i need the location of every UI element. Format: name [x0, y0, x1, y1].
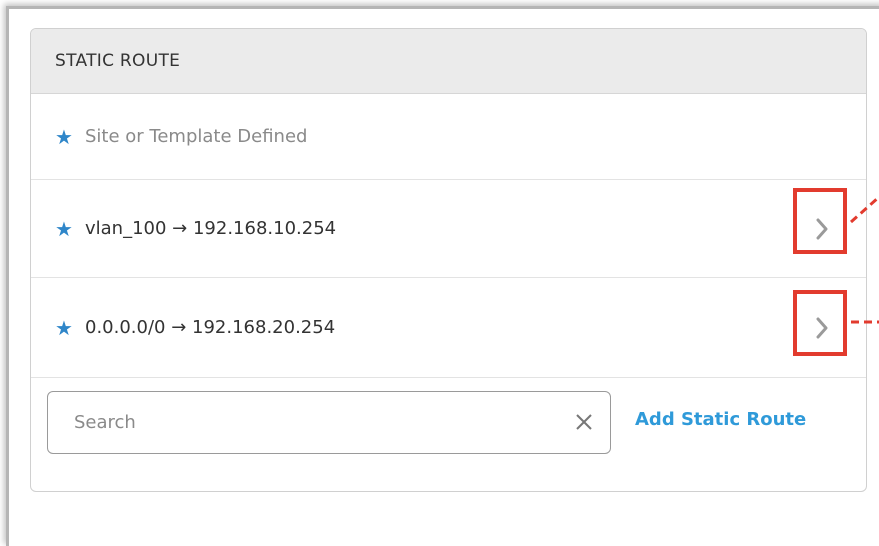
legend-row: ★ Site or Template Defined: [31, 94, 866, 180]
route-row[interactable]: ★ vlan_100 → 192.168.10.254: [31, 180, 866, 278]
search-input[interactable]: [72, 411, 556, 434]
panel-header: STATIC ROUTE: [31, 29, 866, 94]
route-label: vlan_100 → 192.168.10.254: [85, 218, 337, 239]
static-route-panel: STATIC ROUTE ★ Site or Template Defined …: [30, 28, 867, 492]
panel-title: STATIC ROUTE: [55, 51, 181, 71]
star-icon: ★: [55, 216, 73, 241]
highlight-box: [793, 188, 847, 254]
star-icon: ★: [55, 315, 73, 340]
route-row[interactable]: ★ 0.0.0.0/0 → 192.168.20.254: [31, 278, 866, 378]
highlight-box: [793, 290, 847, 356]
add-static-route-link[interactable]: Add Static Route: [635, 409, 806, 430]
legend-text: Site or Template Defined: [85, 126, 308, 147]
close-icon[interactable]: [574, 412, 594, 432]
route-label: 0.0.0.0/0 → 192.168.20.254: [85, 317, 336, 338]
star-icon: ★: [55, 124, 73, 149]
search-field[interactable]: [47, 391, 611, 454]
